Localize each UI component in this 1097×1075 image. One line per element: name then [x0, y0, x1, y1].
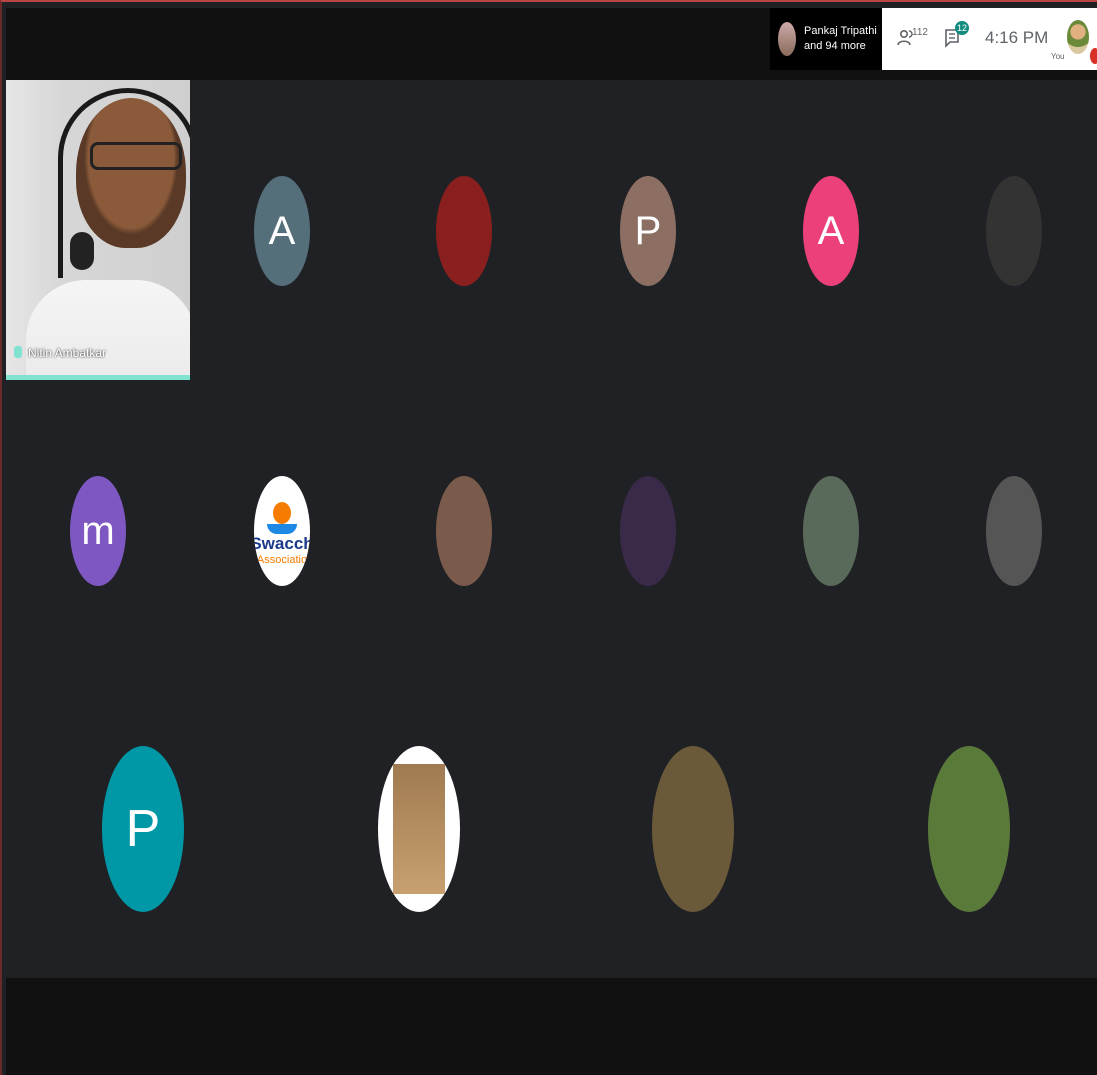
participant-avatar[interactable]: [620, 476, 676, 586]
participant-avatar[interactable]: Swacch Associatio: [254, 476, 310, 586]
self-avatar[interactable]: [1067, 20, 1089, 54]
chat-badge: 12: [955, 21, 969, 35]
participant-avatar[interactable]: A: [803, 176, 859, 286]
raised-hand-notification[interactable]: Pankaj Tripathi and 94 more: [770, 8, 882, 70]
participant-avatar[interactable]: m: [70, 476, 126, 586]
active-speaker-tile[interactable]: Nitin Ambatkar: [6, 80, 190, 380]
self-label: You: [1051, 52, 1065, 61]
logo-hands-icon: [267, 524, 297, 534]
raised-hand-more: and 94 more: [804, 40, 866, 52]
participant-avatar[interactable]: [986, 176, 1042, 286]
participant-avatar[interactable]: [436, 176, 492, 286]
participant-avatar[interactable]: [436, 476, 492, 586]
participant-avatar[interactable]: P: [620, 176, 676, 286]
participant-avatar[interactable]: [378, 746, 460, 912]
raised-hand-name: Pankaj Tripathi: [804, 25, 877, 37]
speaker-video-body: [26, 280, 190, 380]
participant-avatar[interactable]: A: [254, 176, 310, 286]
participant-avatar[interactable]: P: [102, 746, 184, 912]
participant-avatar[interactable]: [928, 746, 1010, 912]
participant-avatar[interactable]: [986, 476, 1042, 586]
bottom-control-bar: [6, 978, 1097, 1075]
speaker-name: Nitin Ambatkar: [28, 346, 107, 360]
speaking-border: [6, 375, 190, 380]
puppy-photo: [393, 764, 445, 894]
people-count: 112: [912, 27, 928, 38]
meeting-time: 4:16 PM: [985, 28, 1049, 47]
raised-hand-avatar: [778, 22, 796, 56]
logo-sun-icon: [273, 502, 291, 524]
logo-subtext: Associatio: [256, 554, 308, 566]
logo-text: Swacch: [254, 534, 310, 553]
speaking-mic-icon: [14, 346, 22, 358]
headset-mic: [70, 232, 94, 270]
participant-avatar[interactable]: [652, 746, 734, 912]
participant-avatar[interactable]: [803, 476, 859, 586]
self-mute-indicator: [1090, 48, 1097, 64]
